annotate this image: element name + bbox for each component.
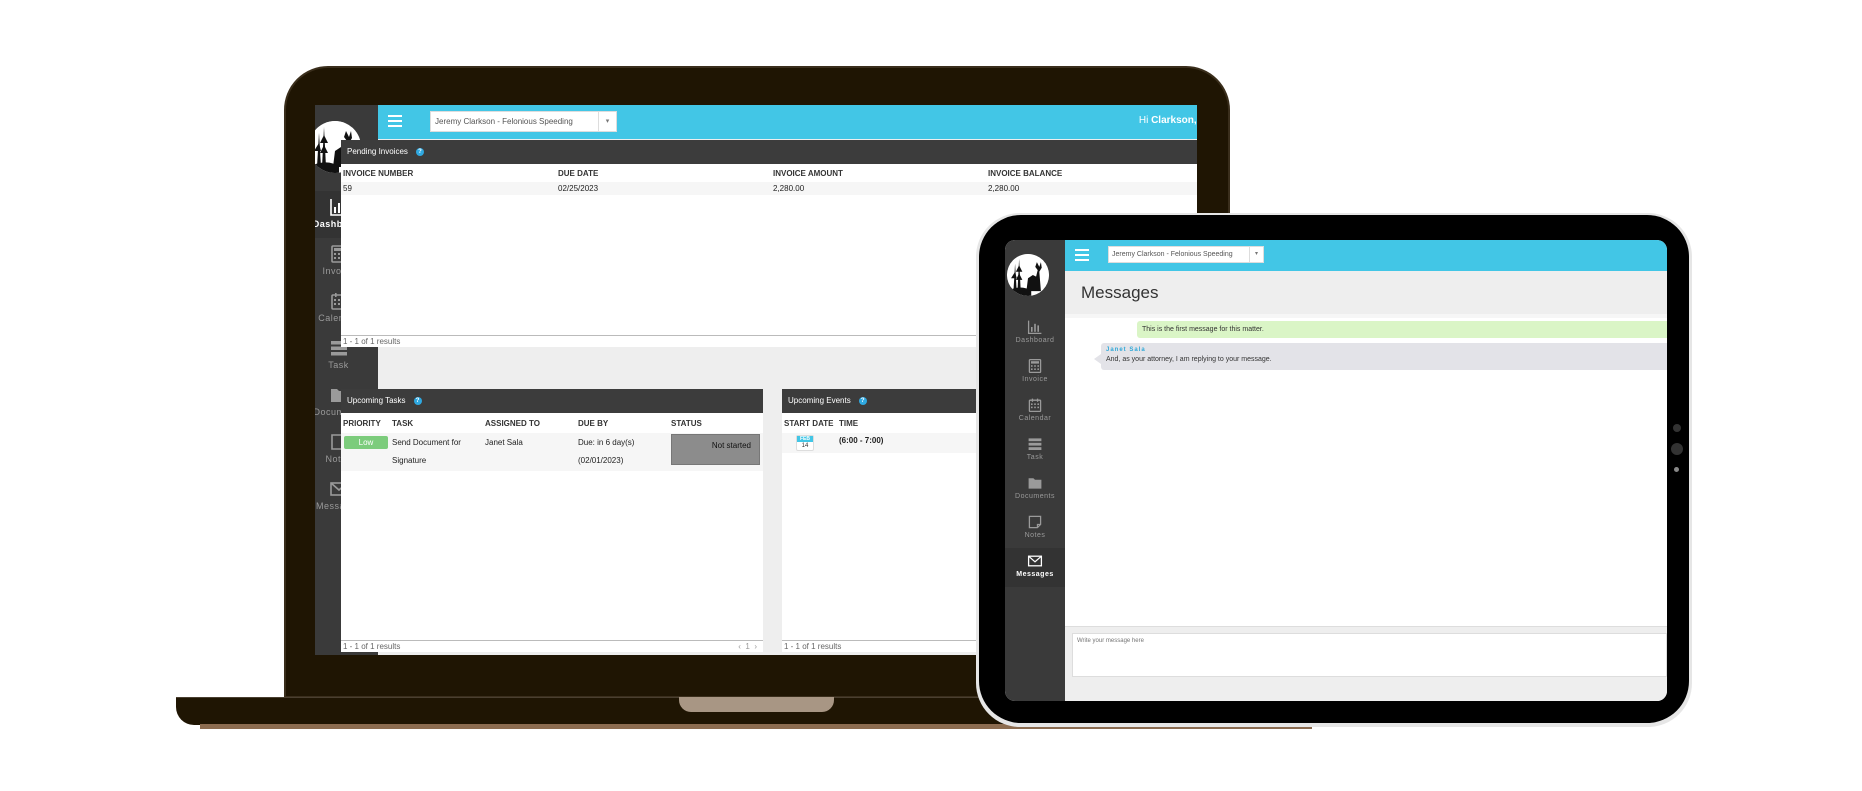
calendar-icon xyxy=(1027,397,1043,413)
table-row[interactable]: Low Send Document for Signature Janet Sa… xyxy=(341,433,763,471)
matter-select[interactable]: Jeremy Clarkson - Felonious Speeding ▾ xyxy=(1108,246,1264,263)
column-header[interactable]: TASK xyxy=(392,419,413,428)
sidebar-item-label: Calendar xyxy=(1018,415,1052,422)
column-header[interactable]: STATUS xyxy=(671,419,702,428)
sidebar: Dashboard Invoice Calendar Task Document… xyxy=(1005,240,1065,701)
table-row[interactable]: 59 02/25/2023 2,280.00 2,280.00 xyxy=(341,182,1197,195)
event-time: (6:00 - 7:00) xyxy=(839,436,884,445)
column-header[interactable]: TIME xyxy=(839,419,858,428)
message-received: Janet Sala And, as your attorney, I am r… xyxy=(1094,343,1667,370)
pending-invoices-header: Pending Invoices? xyxy=(341,140,1197,164)
tablet-button xyxy=(1673,424,1681,432)
page-title: Messages xyxy=(1081,283,1159,302)
tablet-button xyxy=(1671,443,1683,455)
matter-select[interactable]: Jeremy Clarkson - Felonious Speeding ▾ xyxy=(430,111,617,132)
upcoming-tasks-table: PRIORITY TASK ASSIGNED TO DUE BY STATUS … xyxy=(341,413,763,652)
user-name: Clarkson, J xyxy=(1151,115,1197,126)
priority-badge: Low xyxy=(344,436,388,449)
task-due-date: (02/01/2023) xyxy=(578,456,624,465)
note-icon xyxy=(1027,514,1043,530)
sidebar-item-label: Notes xyxy=(1024,532,1046,539)
firm-logo[interactable] xyxy=(1007,254,1049,296)
sidebar-item-label: Task xyxy=(328,360,349,370)
message-sent: This is the first message for this matte… xyxy=(1137,321,1667,338)
sidebar-item-label: Documents xyxy=(1015,493,1055,500)
panel-title: Upcoming Events xyxy=(788,396,851,405)
menu-toggle-button[interactable] xyxy=(388,115,402,127)
sidebar-item-calendar[interactable]: Calendar xyxy=(1005,392,1065,431)
column-header[interactable]: START DATE xyxy=(784,419,833,428)
message-input[interactable] xyxy=(1072,633,1667,677)
pagination-summary: 1 - 1 of 1 results xyxy=(343,642,401,651)
page-header: Messages xyxy=(1065,271,1667,314)
matter-select-value: Jeremy Clarkson - Felonious Speeding xyxy=(435,117,573,126)
tasks-icon xyxy=(1027,436,1043,452)
task-name[interactable]: Send Document for xyxy=(392,438,461,447)
task-name-cont[interactable]: Signature xyxy=(392,456,426,465)
status-badge: Not started xyxy=(671,434,760,465)
panel-title: Upcoming Tasks xyxy=(347,396,406,405)
sidebar-item-label: Invoice xyxy=(1022,376,1048,383)
sidebar-item-notes[interactable]: Notes xyxy=(1005,509,1065,548)
column-header[interactable]: ASSIGNED TO xyxy=(485,419,540,428)
folder-icon xyxy=(1027,475,1043,491)
compose-area xyxy=(1065,626,1667,701)
message-text: And, as your attorney, I am replying to … xyxy=(1106,356,1272,363)
invoice-balance: 2,280.00 xyxy=(988,184,1020,193)
task-due: Due: in 6 day(s) xyxy=(578,438,635,447)
matter-select-value: Jeremy Clarkson - Felonious Speeding xyxy=(1112,251,1233,258)
column-header[interactable]: DUE BY xyxy=(578,419,608,428)
tasks-footer: 1 - 1 of 1 results ‹ 1 › xyxy=(341,640,763,652)
help-icon[interactable]: ? xyxy=(415,147,424,156)
column-header[interactable]: INVOICE NUMBER xyxy=(343,169,413,178)
chevron-down-icon[interactable]: ▾ xyxy=(1249,247,1263,262)
chevron-down-icon[interactable]: ▾ xyxy=(598,112,616,131)
user-greeting[interactable]: Hi Clarkson, J xyxy=(1139,115,1197,126)
task-assignee: Janet Sala xyxy=(485,438,523,447)
topbar: Jeremy Clarkson - Felonious Speeding ▾ xyxy=(1065,240,1667,271)
topbar: Jeremy Clarkson - Felonious Speeding ▾ H… xyxy=(378,105,1197,139)
message-sender: Janet Sala xyxy=(1106,347,1146,353)
menu-toggle-button[interactable] xyxy=(1075,249,1089,261)
column-header[interactable]: PRIORITY xyxy=(343,419,381,428)
invoice-amount: 2,280.00 xyxy=(773,184,805,193)
pager-page[interactable]: 1 xyxy=(745,642,749,651)
sidebar-item-label: Messages xyxy=(1016,571,1054,578)
column-header[interactable]: INVOICE AMOUNT xyxy=(773,169,843,178)
invoice-number: 59 xyxy=(343,184,352,193)
sidebar-item-label: Dashboard xyxy=(1015,337,1055,344)
laptop-notch xyxy=(679,697,834,712)
message-thread: This is the first message for this matte… xyxy=(1065,314,1667,626)
bar-chart-icon xyxy=(1027,319,1043,335)
pager: ‹ 1 › xyxy=(738,641,757,653)
help-icon[interactable]: ? xyxy=(413,396,422,405)
sidebar-item-task[interactable]: Task xyxy=(1005,431,1065,470)
panel-title: Pending Invoices xyxy=(347,147,408,156)
invoice-due-date: 02/25/2023 xyxy=(558,184,599,193)
sidebar-item-dashboard[interactable]: Dashboard xyxy=(1005,314,1065,353)
sidebar-item-label: Task xyxy=(1026,454,1044,461)
event-date-badge: FEB 14 xyxy=(796,435,814,451)
envelope-icon xyxy=(1027,553,1043,569)
column-header[interactable]: DUE DATE xyxy=(558,169,598,178)
column-header[interactable]: INVOICE BALANCE xyxy=(988,169,1062,178)
greeting-prefix: Hi xyxy=(1138,115,1152,126)
pager-next-button[interactable]: › xyxy=(754,642,757,651)
calculator-icon xyxy=(1027,358,1043,374)
sidebar-item-documents[interactable]: Documents xyxy=(1005,470,1065,509)
event-day: 14 xyxy=(801,443,809,449)
help-icon[interactable]: ? xyxy=(858,396,867,405)
upcoming-tasks-header: Upcoming Tasks? xyxy=(341,389,763,413)
tablet-screen: Dashboard Invoice Calendar Task Document… xyxy=(1005,240,1667,701)
sidebar-item-messages[interactable]: Messages xyxy=(1005,548,1065,587)
sidebar-item-invoice[interactable]: Invoice xyxy=(1005,353,1065,392)
pager-prev-button[interactable]: ‹ xyxy=(738,642,741,651)
tablet-camera xyxy=(1674,467,1679,472)
